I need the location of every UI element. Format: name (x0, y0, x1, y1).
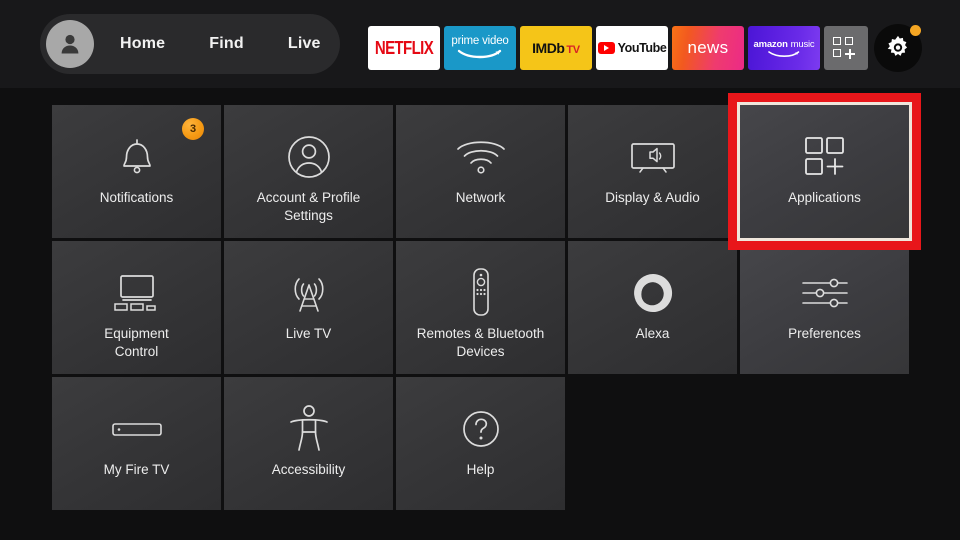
alexa-ring-icon (630, 261, 676, 325)
nav-link-live[interactable]: Live (288, 35, 321, 53)
amazon-smile-icon (768, 50, 800, 57)
settings-tile-my-fire-tv[interactable]: My Fire TV (52, 377, 221, 510)
youtube-logo: YouTube (597, 41, 667, 55)
settings-tile-label: Help (466, 462, 495, 477)
gear-icon (887, 35, 908, 56)
settings-tile-help[interactable]: Help (396, 377, 565, 510)
settings-tile-preferences[interactable]: Preferences (740, 241, 909, 374)
remote-icon (466, 261, 496, 325)
app-tile-imdb-tv[interactable]: IMDb TV (520, 26, 592, 70)
profile-avatar[interactable] (46, 20, 94, 68)
person-circle-icon (285, 125, 333, 189)
tv-stand-icon (107, 261, 167, 325)
settings-tile-display-audio[interactable]: Display & Audio (568, 105, 737, 238)
notifications-count-badge: 3 (182, 118, 204, 140)
settings-tile-label: Alexa (635, 326, 670, 341)
news-logo-text: news (687, 38, 729, 57)
prime-video-logo-text: prime video (451, 34, 509, 47)
settings-tile-label: Preferences (788, 326, 861, 341)
app-tile-app-library[interactable] (824, 26, 868, 70)
settings-tile-label: Accessibility (271, 462, 346, 477)
nav-link-home[interactable]: Home (120, 35, 165, 53)
nav-links: Home Find Live (110, 14, 321, 74)
settings-tile-live-tv[interactable]: Live TV (224, 241, 393, 374)
netflix-logo-text: NETFLIX (374, 37, 434, 59)
settings-grid-row: My Fire TV Accessibility Help (52, 377, 909, 510)
settings-grid-row: Equipment Control Live TV Remotes & Blue… (52, 241, 909, 374)
settings-tile-label: Account & Profile Settings (256, 190, 361, 224)
question-circle-icon (459, 397, 503, 461)
app-tile-prime-video[interactable]: prime video (444, 26, 516, 70)
amazon-music-brand-text: amazon (753, 38, 788, 50)
app-shortcut-row: NETFLIX prime video IMDb TV YouTube news (368, 24, 922, 72)
settings-tile-label: Remotes & Bluetooth Devices (416, 326, 545, 360)
settings-tile-label: My Fire TV (103, 462, 170, 477)
settings-tile-applications[interactable]: Applications (740, 105, 909, 238)
settings-tile-notifications[interactable]: Notifications 3 (52, 105, 221, 238)
notification-dot-badge (910, 25, 921, 36)
bell-icon (115, 125, 159, 189)
app-tile-netflix[interactable]: NETFLIX (368, 26, 440, 70)
settings-grid-row: Notifications 3 Account & Profile Settin… (52, 105, 909, 238)
settings-tile-label: Applications (788, 190, 861, 205)
apps-grid-plus-icon (801, 125, 849, 189)
settings-tile-label: Notifications (99, 190, 174, 205)
app-tile-amazon-music[interactable]: amazon music (748, 26, 820, 70)
settings-tile-label: Live TV (285, 326, 332, 341)
settings-tile-network[interactable]: Network (396, 105, 565, 238)
imdb-tv-suffix: TV (566, 44, 580, 56)
settings-tile-label: Display & Audio (605, 190, 700, 205)
settings-tile-accessibility[interactable]: Accessibility (224, 377, 393, 510)
amazon-smile-icon (457, 50, 502, 59)
sliders-icon (797, 261, 853, 325)
wifi-icon (454, 125, 508, 189)
settings-tile-label: Network (455, 190, 506, 205)
apps-grid-plus-icon (833, 37, 859, 59)
app-tile-news[interactable]: news (672, 26, 744, 70)
tv-speaker-icon (624, 125, 682, 189)
imdb-logo-text: IMDb (532, 40, 565, 56)
app-tile-youtube[interactable]: YouTube (596, 26, 668, 70)
antenna-icon (283, 261, 335, 325)
settings-grid: Notifications 3 Account & Profile Settin… (52, 105, 909, 513)
youtube-logo-text: YouTube (617, 41, 667, 55)
settings-tile-equipment-control[interactable]: Equipment Control (52, 241, 221, 374)
accessibility-icon (286, 397, 332, 461)
amazon-music-suffix-text: music (790, 38, 815, 50)
settings-tile-account-profile[interactable]: Account & Profile Settings (224, 105, 393, 238)
settings-tile-remotes-bluetooth[interactable]: Remotes & Bluetooth Devices (396, 241, 565, 374)
settings-tile-alexa[interactable]: Alexa (568, 241, 737, 374)
top-navigation-bar: Home Find Live NETFLIX prime video IMDb … (0, 0, 960, 88)
settings-gear-button[interactable] (874, 24, 922, 72)
amazon-music-logo: amazon music (754, 39, 815, 58)
youtube-play-icon (597, 42, 615, 54)
imdb-logo: IMDb TV (532, 40, 580, 56)
person-icon (61, 34, 79, 54)
fire-stick-icon (109, 397, 165, 461)
settings-tile-label: Equipment Control (104, 326, 169, 360)
nav-link-find[interactable]: Find (209, 35, 244, 53)
